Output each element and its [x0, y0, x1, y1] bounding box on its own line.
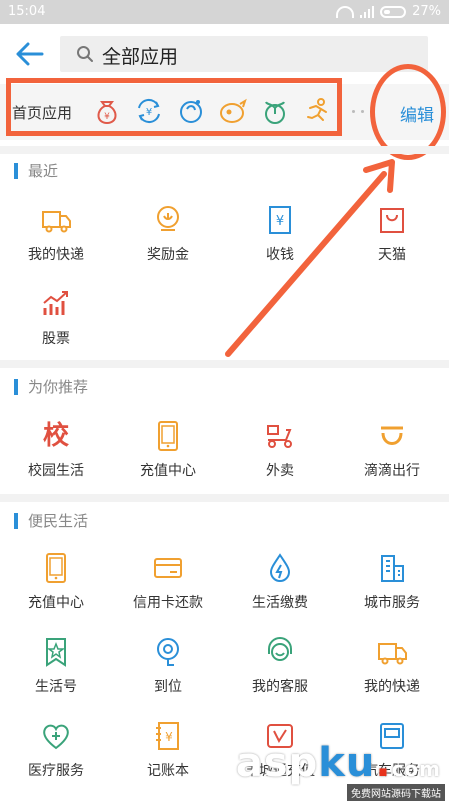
- battery-icon: [380, 5, 407, 18]
- bookmark-star-icon: [46, 638, 66, 667]
- delivery-truck-icon: [378, 643, 407, 665]
- svg-text:¥: ¥: [104, 112, 110, 122]
- balloon-icon[interactable]: [176, 96, 206, 126]
- app-label: 我的快递: [28, 247, 84, 263]
- section-title-life: 便民生活: [14, 513, 88, 529]
- app-label: 到位: [154, 679, 182, 695]
- status-time: 15:04: [8, 4, 46, 19]
- phone-icon: [46, 553, 66, 583]
- campus-icon: 校: [42, 421, 69, 451]
- app-label: 股票: [42, 331, 70, 347]
- app-credit-card[interactable]: 信用卡还款: [112, 552, 224, 636]
- app-customer-service[interactable]: 我的客服: [224, 636, 336, 720]
- didi-icon: [381, 426, 403, 445]
- app-label: 生活号: [35, 679, 77, 695]
- watermark-text: aspku.com: [235, 740, 441, 786]
- app-utility-bills[interactable]: 生活缴费: [224, 552, 336, 636]
- app-label: 充值中心: [28, 595, 84, 611]
- home-apps-label: 首页应用: [12, 104, 73, 122]
- app-label: 充值中心: [140, 463, 196, 479]
- app-ledger[interactable]: ¥ 记账本: [112, 720, 224, 804]
- app-city-services[interactable]: 城市服务: [336, 552, 448, 636]
- headset-icon: [268, 637, 292, 661]
- sprout-icon[interactable]: [260, 96, 290, 126]
- section-divider: [0, 360, 449, 368]
- app-label: 外卖: [266, 463, 294, 479]
- app-life-account[interactable]: 生活号: [0, 636, 112, 720]
- svg-text:¥: ¥: [146, 107, 152, 118]
- reward-icon: [157, 206, 179, 231]
- header: 全部应用: [0, 24, 449, 84]
- app-label: 奖励金: [147, 247, 189, 263]
- exchange-icon[interactable]: ¥: [134, 96, 164, 126]
- delivery-truck-icon: [42, 211, 71, 233]
- app-recharge-center[interactable]: 充值中心: [0, 552, 112, 636]
- app-label: 记账本: [147, 763, 189, 779]
- app-receive-money[interactable]: ¥ 收钱: [224, 204, 336, 288]
- home-apps-bar: 首页应用 ¥ ¥ 编辑: [0, 84, 449, 140]
- signal-icon: [360, 5, 375, 18]
- app-my-express[interactable]: 我的快递: [336, 636, 448, 720]
- search-icon: [77, 46, 93, 62]
- app-tmall[interactable]: 天猫: [336, 204, 448, 288]
- app-recharge-center[interactable]: 充值中心: [112, 420, 224, 504]
- scooter-icon: [267, 425, 292, 448]
- chick-icon[interactable]: [218, 96, 248, 126]
- search-input[interactable]: 全部应用: [60, 36, 428, 72]
- app-label: 我的客服: [252, 679, 308, 695]
- more-dots: [352, 110, 373, 113]
- app-label: 城市服务: [364, 595, 420, 611]
- app-label: 天猫: [378, 247, 406, 263]
- wifi-icon: [336, 5, 355, 18]
- app-label: 我的快递: [364, 679, 420, 695]
- credit-card-icon: [154, 558, 182, 578]
- app-campus-life[interactable]: 校 校园生活: [0, 420, 112, 504]
- app-my-express[interactable]: 我的快递: [0, 204, 112, 288]
- runner-icon[interactable]: [302, 96, 332, 126]
- battery-percent: 27%: [412, 4, 441, 19]
- tmall-bag-icon: [380, 208, 404, 233]
- app-label: 校园生活: [28, 463, 84, 479]
- svg-text:¥: ¥: [276, 214, 284, 229]
- app-label: 医疗服务: [28, 763, 84, 779]
- status-bar: 15:04 27%: [0, 0, 449, 24]
- app-label: 收钱: [266, 247, 294, 263]
- app-label: 生活缴费: [252, 595, 308, 611]
- app-daowei[interactable]: 到位: [112, 636, 224, 720]
- search-text: 全部应用: [102, 46, 179, 68]
- medical-heart-icon: [43, 724, 69, 750]
- ledger-icon: ¥: [156, 722, 179, 750]
- phone-icon: [158, 421, 178, 451]
- app-didi[interactable]: 滴滴出行: [336, 420, 448, 504]
- edit-button[interactable]: 编辑: [400, 101, 434, 126]
- stock-chart-icon: [43, 291, 68, 315]
- app-label: 信用卡还款: [133, 595, 203, 611]
- back-arrow-icon[interactable]: [16, 42, 44, 66]
- app-reward[interactable]: 奖励金: [112, 204, 224, 288]
- watermark-subtitle: 免费网站源码下载站: [347, 784, 445, 801]
- location-pin-icon: [157, 638, 179, 666]
- section-title-recent: 最近: [14, 163, 58, 179]
- app-medical[interactable]: 医疗服务: [0, 720, 112, 804]
- section-divider: [0, 494, 449, 502]
- app-label: 滴滴出行: [364, 463, 420, 479]
- city-building-icon: [381, 555, 404, 582]
- svg-text:¥: ¥: [165, 730, 173, 744]
- watermark: aspku.com 免费网站源码下载站: [236, 740, 449, 801]
- section-divider: [0, 146, 449, 154]
- utility-drop-icon: [269, 553, 291, 582]
- money-bag-icon[interactable]: ¥: [92, 96, 122, 126]
- receive-money-icon: ¥: [269, 206, 291, 234]
- section-title-recommend: 为你推荐: [14, 379, 88, 395]
- app-takeout[interactable]: 外卖: [224, 420, 336, 504]
